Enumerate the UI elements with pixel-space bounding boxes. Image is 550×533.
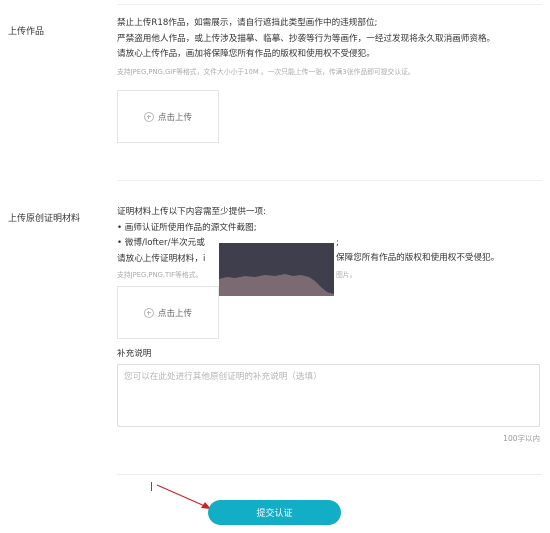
rule-line: 严禁盗用他人作品，或上传涉及描摹、临摹、抄袭等行为等画作，一经过发现将永久取消画… [117, 33, 496, 44]
upload-proof-button[interactable]: 点击上传 [117, 286, 219, 339]
section-divider [117, 474, 542, 475]
rule-line: 证明材料上传以下内容需至少提供一项: [117, 207, 266, 217]
supplement-textarea[interactable] [117, 364, 540, 427]
redaction-block [219, 243, 334, 296]
upload-proof-button-label: 点击上传 [157, 308, 192, 319]
upload-work-rules: 禁止上传R18作品，如需展示，请自行遮挡此类型画作中的违规部位; 严禁盗用他人作… [117, 16, 495, 63]
upload-work-button[interactable]: 点击上传 [117, 90, 219, 143]
supplement-label: 补充说明 [117, 349, 152, 359]
proof-hint: 支持JPEG,PNG,TIF等格式。 [117, 271, 203, 279]
submit-button[interactable]: 提交认证 [208, 500, 341, 525]
upload-work-label: 上传作品 [8, 27, 45, 37]
rule-line: 请放心上传作品，画加将保障您所有作品的版权和使用权不受侵犯。 [117, 49, 375, 59]
annotation-arrow [156, 484, 211, 509]
upload-work-button-label: 点击上传 [157, 112, 192, 123]
rule-line: 禁止上传R18作品，如需展示，请自行遮挡此类型画作中的违规部位; [117, 18, 378, 28]
proof-rule-tail: 保障您所有作品的版权和使用权不受侵犯。 [336, 253, 500, 263]
char-counter: 100字以内 [503, 434, 540, 443]
text-cursor-mark [151, 482, 152, 491]
plus-circle-icon [143, 111, 154, 122]
plus-circle-icon [143, 307, 154, 318]
rule-line: • 画师认证所使用作品的源文件截图; [117, 222, 257, 233]
proof-rule-tail: ; [336, 238, 339, 248]
top-divider [117, 4, 542, 5]
upload-work-hint: 支持JPEG,PNG,GIF等格式，文件大小小于10M 。一次只能上传一张，传满… [117, 68, 415, 76]
proof-label: 上传原创证明材料 [8, 214, 81, 224]
section-divider [117, 180, 542, 181]
proof-hint-tail: 图片。 [336, 271, 357, 279]
